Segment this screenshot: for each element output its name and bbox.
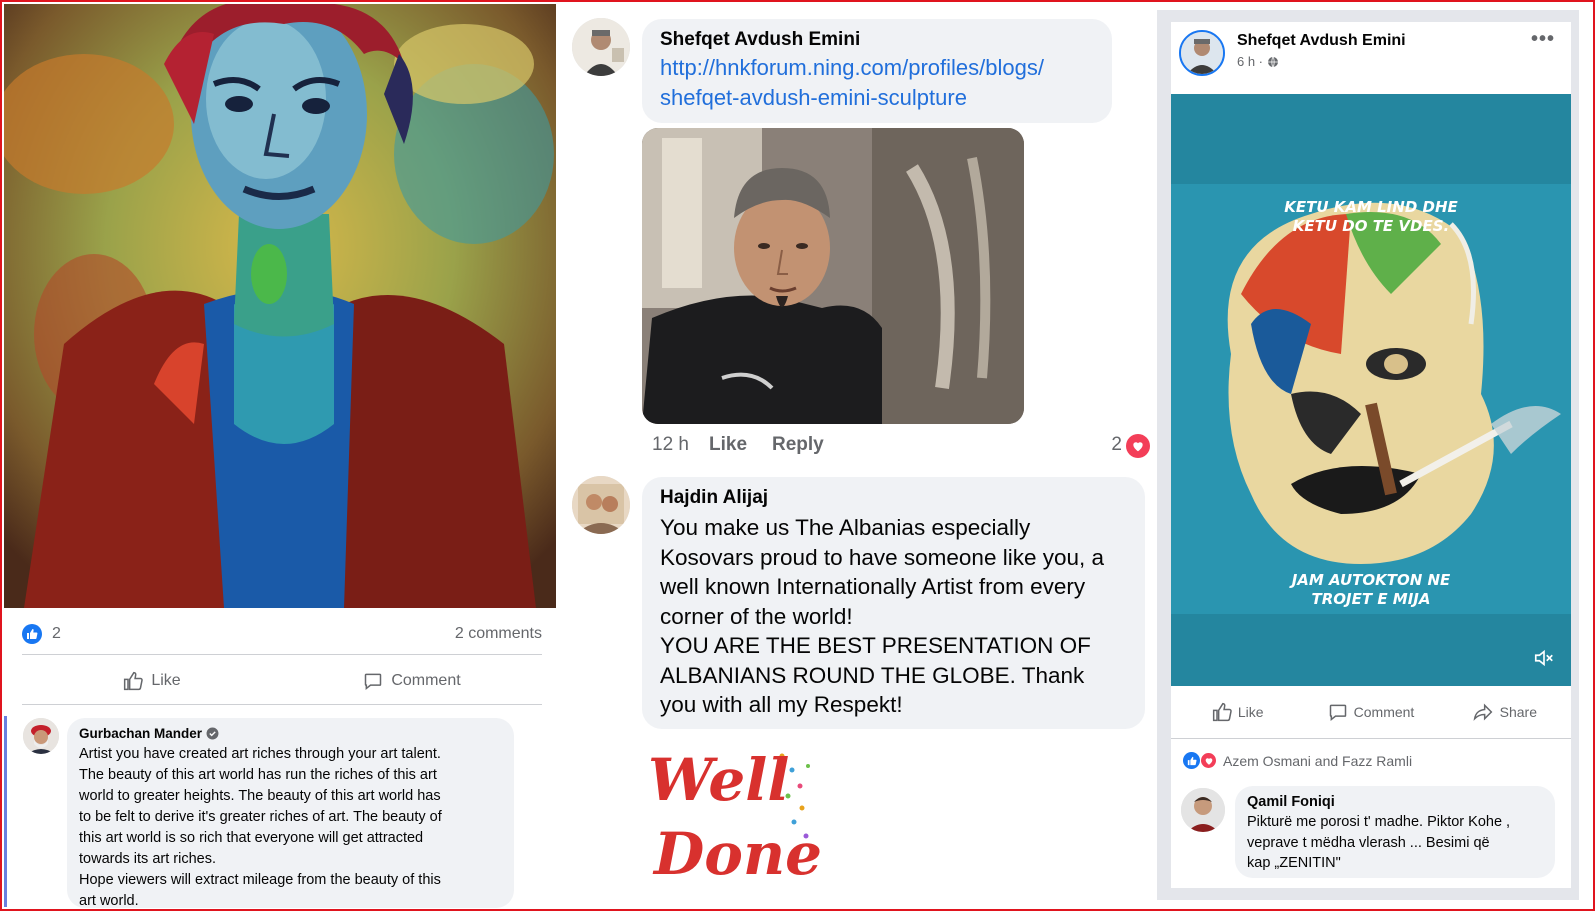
sticker-line2: Done (652, 820, 822, 888)
video-frame: KETU KAM LIND DHE KETU DO TE VDES. JAM A… (1171, 94, 1571, 686)
like-button[interactable]: Like (1171, 692, 1304, 732)
sticker-line1: Well (648, 746, 789, 814)
comment-text: You make us The Albanias especially Koso… (660, 515, 1105, 717)
avatar[interactable] (572, 18, 630, 76)
share-button[interactable]: Share (1438, 692, 1571, 732)
post-actions: Like Comment Share (1171, 692, 1571, 732)
comment-time[interactable]: 12 h (652, 434, 689, 456)
like-link[interactable]: Like (709, 434, 747, 456)
like-label: Like (1237, 704, 1264, 720)
comment-photo[interactable] (642, 128, 1024, 424)
post-video[interactable]: KETU KAM LIND DHE KETU DO TE VDES. JAM A… (1171, 94, 1571, 686)
avatar[interactable] (1179, 30, 1225, 76)
comment-button[interactable]: Comment (282, 661, 542, 701)
middle-comment-thread: Shefqet Avdush Emini http://hnkforum.nin… (560, 4, 1155, 907)
post-actions: Like Comment (22, 661, 542, 701)
video-caption-bottom-1: JAM AUTOKTON NE (1289, 571, 1451, 589)
comment-button[interactable]: Comment (1304, 692, 1437, 732)
heart-icon (1200, 752, 1217, 769)
comment-bubble: Hajdin Alijaj You make us The Albanias e… (642, 477, 1145, 729)
reaction-count[interactable]: 2 (1111, 434, 1122, 456)
post-timestamp[interactable]: 6 h · (1237, 54, 1279, 69)
globe-icon (1268, 56, 1279, 67)
avatar[interactable] (23, 718, 59, 754)
artist-photo (642, 128, 1024, 424)
video-caption-top-1: KETU KAM LIND DHE (1284, 198, 1458, 216)
comment-author[interactable]: Hajdin Alijaj (660, 487, 1127, 509)
left-post: 2 2 comments Like Comment Gurbachan Mand… (4, 4, 556, 909)
comment-author-row: Gurbachan Mander (79, 726, 502, 741)
link-line[interactable]: shefqet-avdush-emini-sculpture (660, 83, 1094, 113)
reply-link[interactable]: Reply (772, 434, 824, 456)
video-caption-bottom-2: TROJET E MIJA (1312, 590, 1431, 608)
divider (22, 654, 542, 655)
comment-meta-row: 12 h Like Reply 2 (652, 434, 1152, 460)
comment-text: Artist you have created art riches throu… (79, 746, 442, 909)
right-post-panel: Shefqet Avdush Emini 6 h · ••• KETU KAM … (1157, 10, 1579, 900)
post-painting-image[interactable] (4, 4, 556, 608)
comment-author[interactable]: Qamil Foniqi (1247, 794, 1543, 810)
comment-bubble: Qamil Foniqi Pikturë me porosi t' madhe.… (1235, 786, 1555, 878)
like-icon (124, 671, 144, 691)
comment-author[interactable]: Shefqet Avdush Emini (660, 29, 1094, 51)
reactions-summary[interactable]: Azem Osmani and Fazz Ramli (1183, 752, 1412, 769)
verified-icon (206, 727, 219, 740)
like-button[interactable]: Like (22, 661, 282, 701)
profile-blog-link[interactable]: http://hnkforum.ning.com/profiles/blogs/… (660, 53, 1094, 113)
divider (22, 704, 542, 705)
divider (1171, 738, 1571, 739)
post-time[interactable]: 6 h · (1237, 54, 1263, 69)
comment-bubble: Gurbachan Mander Artist you have created… (67, 718, 514, 909)
like-icon (1212, 702, 1232, 722)
link-line[interactable]: http://hnkforum.ning.com/profiles/blogs/ (660, 53, 1094, 83)
comment-icon (1329, 704, 1346, 722)
video-caption-top-2: KETU DO TE VDES. (1293, 217, 1449, 235)
post-card: Shefqet Avdush Emini 6 h · ••• KETU KAM … (1171, 22, 1571, 888)
well-done-sticker[interactable]: Well Done (642, 736, 822, 896)
comments-count-link[interactable]: 2 comments (455, 625, 542, 643)
mute-icon[interactable] (1533, 647, 1555, 674)
reactions-summary[interactable]: 2 2 comments (22, 624, 542, 646)
like-icon (1183, 752, 1200, 769)
comment-label: Comment (1353, 704, 1415, 720)
share-icon (1473, 703, 1493, 721)
comment-label: Comment (391, 672, 461, 689)
heart-icon (1126, 434, 1150, 458)
comment-author[interactable]: Gurbachan Mander (79, 726, 202, 741)
comment-bubble: Shefqet Avdush Emini http://hnkforum.nin… (642, 19, 1112, 123)
reaction-count: 2 (52, 625, 61, 642)
comment-item: Gurbachan Mander Artist you have created… (4, 716, 556, 909)
like-label: Like (151, 672, 181, 689)
share-label: Share (1499, 704, 1537, 720)
reactors-text: Azem Osmani and Fazz Ramli (1223, 752, 1413, 769)
like-icon (22, 624, 42, 644)
portrait-painting (4, 4, 556, 608)
avatar[interactable] (1181, 788, 1225, 832)
comment-text: Pikturë me porosi t' madhe. Piktor Kohe … (1247, 814, 1511, 871)
comment-icon (365, 673, 382, 691)
more-options-button[interactable]: ••• (1531, 28, 1555, 51)
avatar[interactable] (572, 476, 630, 534)
post-author[interactable]: Shefqet Avdush Emini (1237, 32, 1406, 50)
